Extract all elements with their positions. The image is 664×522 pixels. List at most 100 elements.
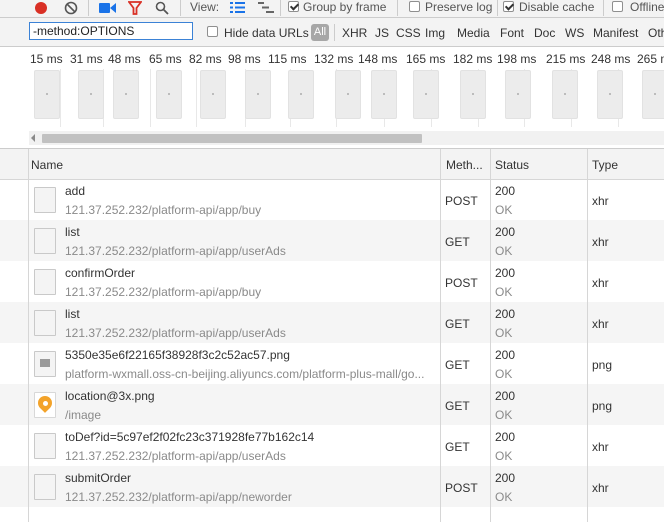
timeline-tick-label: 82 ms [189, 52, 222, 66]
group-by-frame-checkbox[interactable] [288, 1, 299, 12]
request-name[interactable]: toDef?id=5c97ef2f02fc23c371928fe77b162c1… [65, 430, 437, 444]
table-row[interactable]: confirmOrder 121.37.252.232/platform-api/… [0, 261, 664, 302]
overview-frame-thumbnail[interactable] [113, 70, 139, 119]
column-header-type[interactable]: Type [592, 158, 618, 172]
type-filter-ws[interactable]: WS [565, 26, 584, 40]
type-filter-img[interactable]: Img [425, 26, 445, 40]
disable-cache-checkbox[interactable] [503, 1, 514, 12]
toolbar-divider [180, 0, 181, 16]
timeline-tick-label: 265 ms [637, 52, 664, 66]
overview-horizontal-scrollbar[interactable] [29, 131, 664, 145]
overview-frame-thumbnail[interactable] [200, 70, 226, 119]
column-header-name[interactable]: Name [31, 158, 63, 172]
timeline-tick-label: 31 ms [70, 52, 103, 66]
search-icon[interactable] [155, 1, 169, 17]
type-filter-all[interactable]: All [311, 24, 329, 41]
table-row[interactable]: submitOrder 121.37.252.232/platform-api/a… [0, 466, 664, 507]
preserve-log-checkbox[interactable] [409, 1, 420, 12]
type-filter-other[interactable]: Oth [648, 26, 664, 40]
overview-frame-thumbnail[interactable] [642, 70, 664, 119]
left-dock-strip [0, 47, 28, 147]
location-pin-icon [34, 392, 56, 418]
table-row[interactable]: list 121.37.252.232/platform-api/app/user… [0, 220, 664, 261]
type-filter-font[interactable]: Font [500, 26, 524, 40]
column-divider[interactable] [440, 149, 441, 522]
type-filter-js[interactable]: JS [375, 26, 389, 40]
request-name[interactable]: list [65, 307, 437, 321]
overview-frame-thumbnail[interactable] [245, 70, 271, 119]
timeline-tick-label: 132 ms [314, 52, 354, 66]
type-filter-media[interactable]: Media [457, 26, 490, 40]
list-view-icon[interactable] [230, 1, 245, 17]
overview-frame-thumbnail[interactable] [597, 70, 623, 119]
request-status-code: 200 [495, 225, 516, 239]
timeline-tick-label: 115 ms [268, 52, 307, 66]
timeline-tick-label: 98 ms [228, 52, 261, 66]
overview-frame-thumbnail[interactable] [156, 70, 182, 119]
overview-frame-thumbnail[interactable] [78, 70, 104, 119]
request-method: POST [445, 194, 478, 208]
clear-icon[interactable] [64, 1, 78, 17]
table-row[interactable]: toDef?id=5c97ef2f02fc23c371928fe77b162c1… [0, 425, 664, 466]
request-status-code: 200 [495, 266, 516, 280]
overview-frame-thumbnail[interactable] [288, 70, 314, 119]
type-filter-doc[interactable]: Doc [534, 26, 555, 40]
column-divider[interactable] [28, 149, 29, 522]
offline-checkbox[interactable] [612, 1, 623, 12]
type-filter-manifest[interactable]: Manifest [593, 26, 638, 40]
toolbar-divider [397, 0, 398, 16]
request-path: platform-wxmall.oss-cn-beijing.aliyuncs.… [65, 367, 425, 381]
column-header-method[interactable]: Meth... [446, 158, 483, 172]
hide-data-urls-label: Hide data URLs [224, 26, 309, 40]
table-row[interactable]: 5350e35e6f22165f38928f3c2c52ac57.png plat… [0, 343, 664, 384]
filter-icon[interactable] [128, 1, 142, 17]
table-row[interactable]: list 121.37.252.232/platform-api/app/user… [0, 302, 664, 343]
filter-input[interactable] [29, 22, 193, 40]
overview-frame-thumbnail[interactable] [505, 70, 531, 119]
document-icon [34, 269, 56, 295]
request-status-text: OK [495, 244, 513, 258]
overview-frame-thumbnail[interactable] [552, 70, 578, 119]
timeline-tick-label: 248 ms [591, 52, 631, 66]
document-icon [34, 474, 56, 500]
video-camera-icon[interactable] [99, 2, 116, 18]
request-type: xhr [592, 235, 609, 249]
overview-frame-thumbnail[interactable] [460, 70, 486, 119]
type-filter-css[interactable]: CSS [396, 26, 421, 40]
request-type: xhr [592, 317, 609, 331]
request-status-text: OK [495, 367, 513, 381]
request-name[interactable]: confirmOrder [65, 266, 437, 280]
column-header-status[interactable]: Status [495, 158, 529, 172]
overview-frame-thumbnail[interactable] [371, 70, 397, 119]
record-icon[interactable] [34, 1, 48, 17]
request-name[interactable]: 5350e35e6f22165f38928f3c2c52ac57.png [65, 348, 437, 362]
view-label: View: [190, 0, 220, 14]
table-row[interactable]: add 121.37.252.232/platform-api/app/buy PO… [0, 179, 664, 220]
request-status-code: 200 [495, 471, 516, 485]
request-type: xhr [592, 481, 609, 495]
request-name[interactable]: add [65, 184, 437, 198]
request-name[interactable]: location@3x.png [65, 389, 437, 403]
request-status-code: 200 [495, 307, 516, 321]
request-name[interactable]: submitOrder [65, 471, 437, 485]
request-status-text: OK [495, 285, 513, 299]
overview-frame-thumbnail[interactable] [34, 70, 60, 119]
scroll-left-arrow-icon[interactable] [31, 134, 35, 142]
hide-data-urls-checkbox[interactable] [207, 26, 218, 37]
request-name[interactable]: list [65, 225, 437, 239]
overview-frame-thumbnail[interactable] [335, 70, 361, 119]
table-row[interactable]: location@3x.png/image GET 200 OK png [0, 384, 664, 425]
column-divider[interactable] [587, 149, 588, 522]
timeline-tick-label: 48 ms [108, 52, 141, 66]
timeline-tick-label: 15 ms [30, 52, 63, 66]
request-status-text: OK [495, 449, 513, 463]
request-path: 121.37.252.232/platform-api/app/userAds [65, 244, 286, 258]
timeline-overview[interactable]: 15 ms 31 ms 48 ms 65 ms 82 ms 98 ms 115 ms 132 … [0, 47, 664, 149]
type-filter-xhr[interactable]: XHR [342, 26, 367, 40]
waterfall-view-icon[interactable] [258, 1, 274, 17]
scrollbar-thumb[interactable] [42, 134, 422, 143]
request-path: 121.37.252.232/platform-api/app/buy [65, 285, 262, 299]
request-status-text: OK [495, 408, 513, 422]
column-divider[interactable] [490, 149, 491, 522]
overview-frame-thumbnail[interactable] [413, 70, 439, 119]
